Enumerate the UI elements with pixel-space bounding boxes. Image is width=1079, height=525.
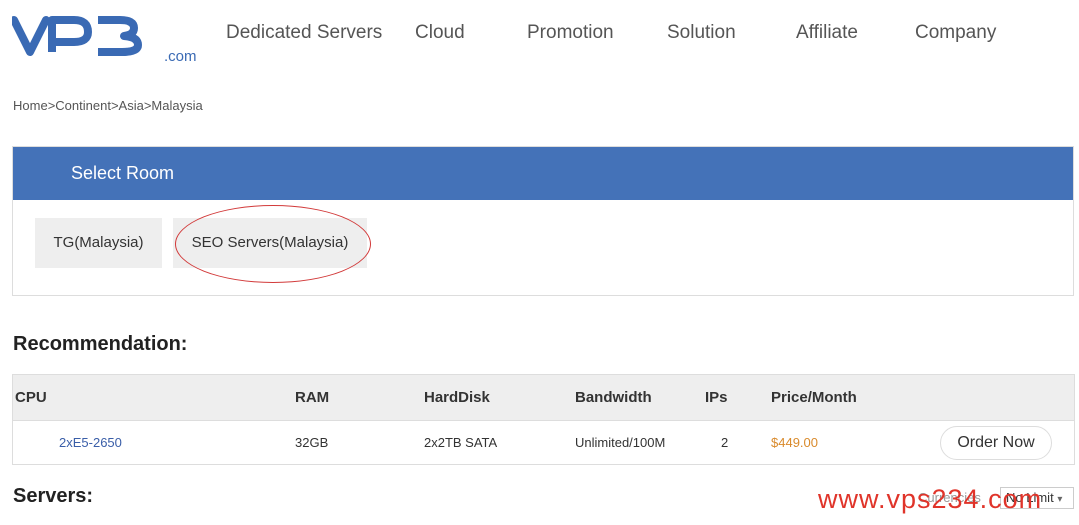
nav-affiliate[interactable]: Affiliate bbox=[796, 22, 858, 44]
breadcrumb-asia[interactable]: Asia bbox=[119, 98, 144, 113]
column-header-ram: RAM bbox=[295, 389, 330, 406]
select-room-panel: Select Room TG(Malaysia) SEO Servers(Mal… bbox=[12, 146, 1074, 296]
cell-ips: 2 bbox=[721, 435, 729, 450]
nav-promotion[interactable]: Promotion bbox=[527, 22, 614, 44]
currency-filter-select[interactable]: No Limit ▾ bbox=[1000, 487, 1074, 509]
chevron-down-icon: ▾ bbox=[1057, 494, 1063, 505]
breadcrumb: Home>Continent>Asia>Malaysia bbox=[13, 98, 203, 113]
nav-dedicated-servers[interactable]: Dedicated Servers bbox=[226, 22, 382, 44]
logo-suffix: .com bbox=[164, 48, 197, 65]
site-header: .com Dedicated Servers Cloud Promotion S… bbox=[0, 0, 1079, 80]
currency-label: Currencies bbox=[918, 490, 981, 505]
breadcrumb-home[interactable]: Home bbox=[13, 98, 48, 113]
table-row: 2xE5-2650 32GB 2x2TB SATA Unlimited/100M… bbox=[13, 420, 1074, 465]
column-header-bandwidth: Bandwidth bbox=[575, 389, 652, 406]
select-room-header: Select Room bbox=[13, 147, 1073, 200]
main-nav: Dedicated Servers Cloud Promotion Soluti… bbox=[0, 22, 1079, 50]
column-header-ips: IPs bbox=[705, 389, 728, 406]
column-header-harddisk: HardDisk bbox=[424, 389, 490, 406]
cell-cpu[interactable]: 2xE5-2650 bbox=[59, 435, 122, 450]
breadcrumb-malaysia[interactable]: Malaysia bbox=[151, 98, 202, 113]
table-header: CPU RAM HardDisk Bandwidth IPs Price/Mon… bbox=[13, 375, 1074, 420]
breadcrumb-continent[interactable]: Continent bbox=[55, 98, 111, 113]
room-option-seo-servers-malaysia[interactable]: SEO Servers(Malaysia) bbox=[173, 218, 367, 268]
cell-ram: 32GB bbox=[295, 435, 329, 450]
select-room-title: Select Room bbox=[71, 163, 175, 183]
servers-title: Servers: bbox=[13, 485, 94, 507]
order-now-button[interactable]: Order Now bbox=[940, 426, 1052, 460]
recommendation-title: Recommendation: bbox=[13, 333, 188, 355]
cell-bandwidth: Unlimited/100M bbox=[575, 435, 666, 450]
column-header-cpu: CPU bbox=[15, 389, 47, 406]
nav-company[interactable]: Company bbox=[915, 22, 996, 44]
recommendation-table: CPU RAM HardDisk Bandwidth IPs Price/Mon… bbox=[12, 374, 1075, 465]
nav-solution[interactable]: Solution bbox=[667, 22, 736, 44]
currency-filter-value: No Limit bbox=[1006, 490, 1054, 505]
breadcrumb-separator: > bbox=[110, 98, 119, 113]
column-header-price: Price/Month bbox=[771, 389, 857, 406]
nav-cloud[interactable]: Cloud bbox=[415, 22, 465, 44]
room-option-tg-malaysia[interactable]: TG(Malaysia) bbox=[35, 218, 162, 268]
cell-price: $449.00 bbox=[771, 435, 818, 450]
cell-harddisk: 2x2TB SATA bbox=[424, 435, 498, 450]
